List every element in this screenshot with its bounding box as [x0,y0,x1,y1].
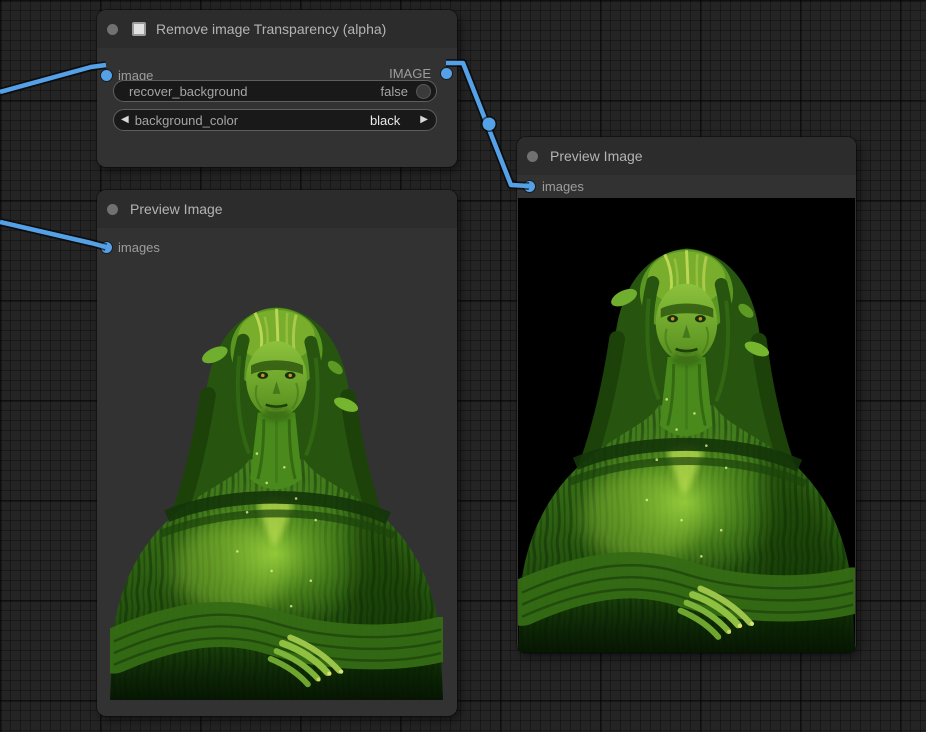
preview-image-transparent [110,258,443,700]
widget-background-color[interactable]: ◀ background_color black ▶ [113,109,437,131]
node-title: Remove image Transparency (alpha) [156,21,386,37]
node-title: Preview Image [550,148,643,164]
combo-left-arrow-icon[interactable]: ◀ [121,115,129,125]
widget-value: false [381,84,408,99]
input-label-images: images [542,179,584,194]
node-title: Preview Image [130,201,223,217]
toggle-knob[interactable] [416,84,431,99]
widget-recover-background[interactable]: recover_background false [113,80,437,102]
node-status-dot-icon [527,151,538,162]
input-port-images[interactable] [101,242,112,253]
node-titlebar[interactable]: Preview Image [97,190,457,228]
node-graph-canvas[interactable]: Remove image Transparency (alpha) image … [0,0,926,732]
output-label-image: IMAGE [389,66,431,81]
node-titlebar[interactable]: Preview Image [517,137,856,175]
checkbox-square-icon[interactable] [132,22,146,36]
link-left-edge-to-image-input[interactable] [0,65,106,92]
link-left-edge-to-preview-left-images[interactable] [0,222,106,247]
output-port-image[interactable] [441,68,452,79]
node-preview-image-right[interactable]: Preview Image images [517,137,856,653]
preview-image-black-bg [518,198,855,653]
widget-value: black [370,113,400,128]
combo-right-arrow-icon[interactable]: ▶ [420,115,428,125]
input-port-images[interactable] [524,181,535,192]
node-remove-transparency[interactable]: Remove image Transparency (alpha) image … [97,10,457,167]
widget-label: background_color [135,113,238,128]
node-titlebar[interactable]: Remove image Transparency (alpha) [97,10,457,48]
node-status-dot-icon [107,204,118,215]
link-midpoint-dot[interactable] [481,116,497,132]
node-preview-image-left[interactable]: Preview Image images [97,190,457,716]
input-label-images: images [118,240,160,255]
widget-label: recover_background [129,84,248,99]
node-status-dot-icon [107,24,118,35]
input-port-image[interactable] [101,70,112,81]
